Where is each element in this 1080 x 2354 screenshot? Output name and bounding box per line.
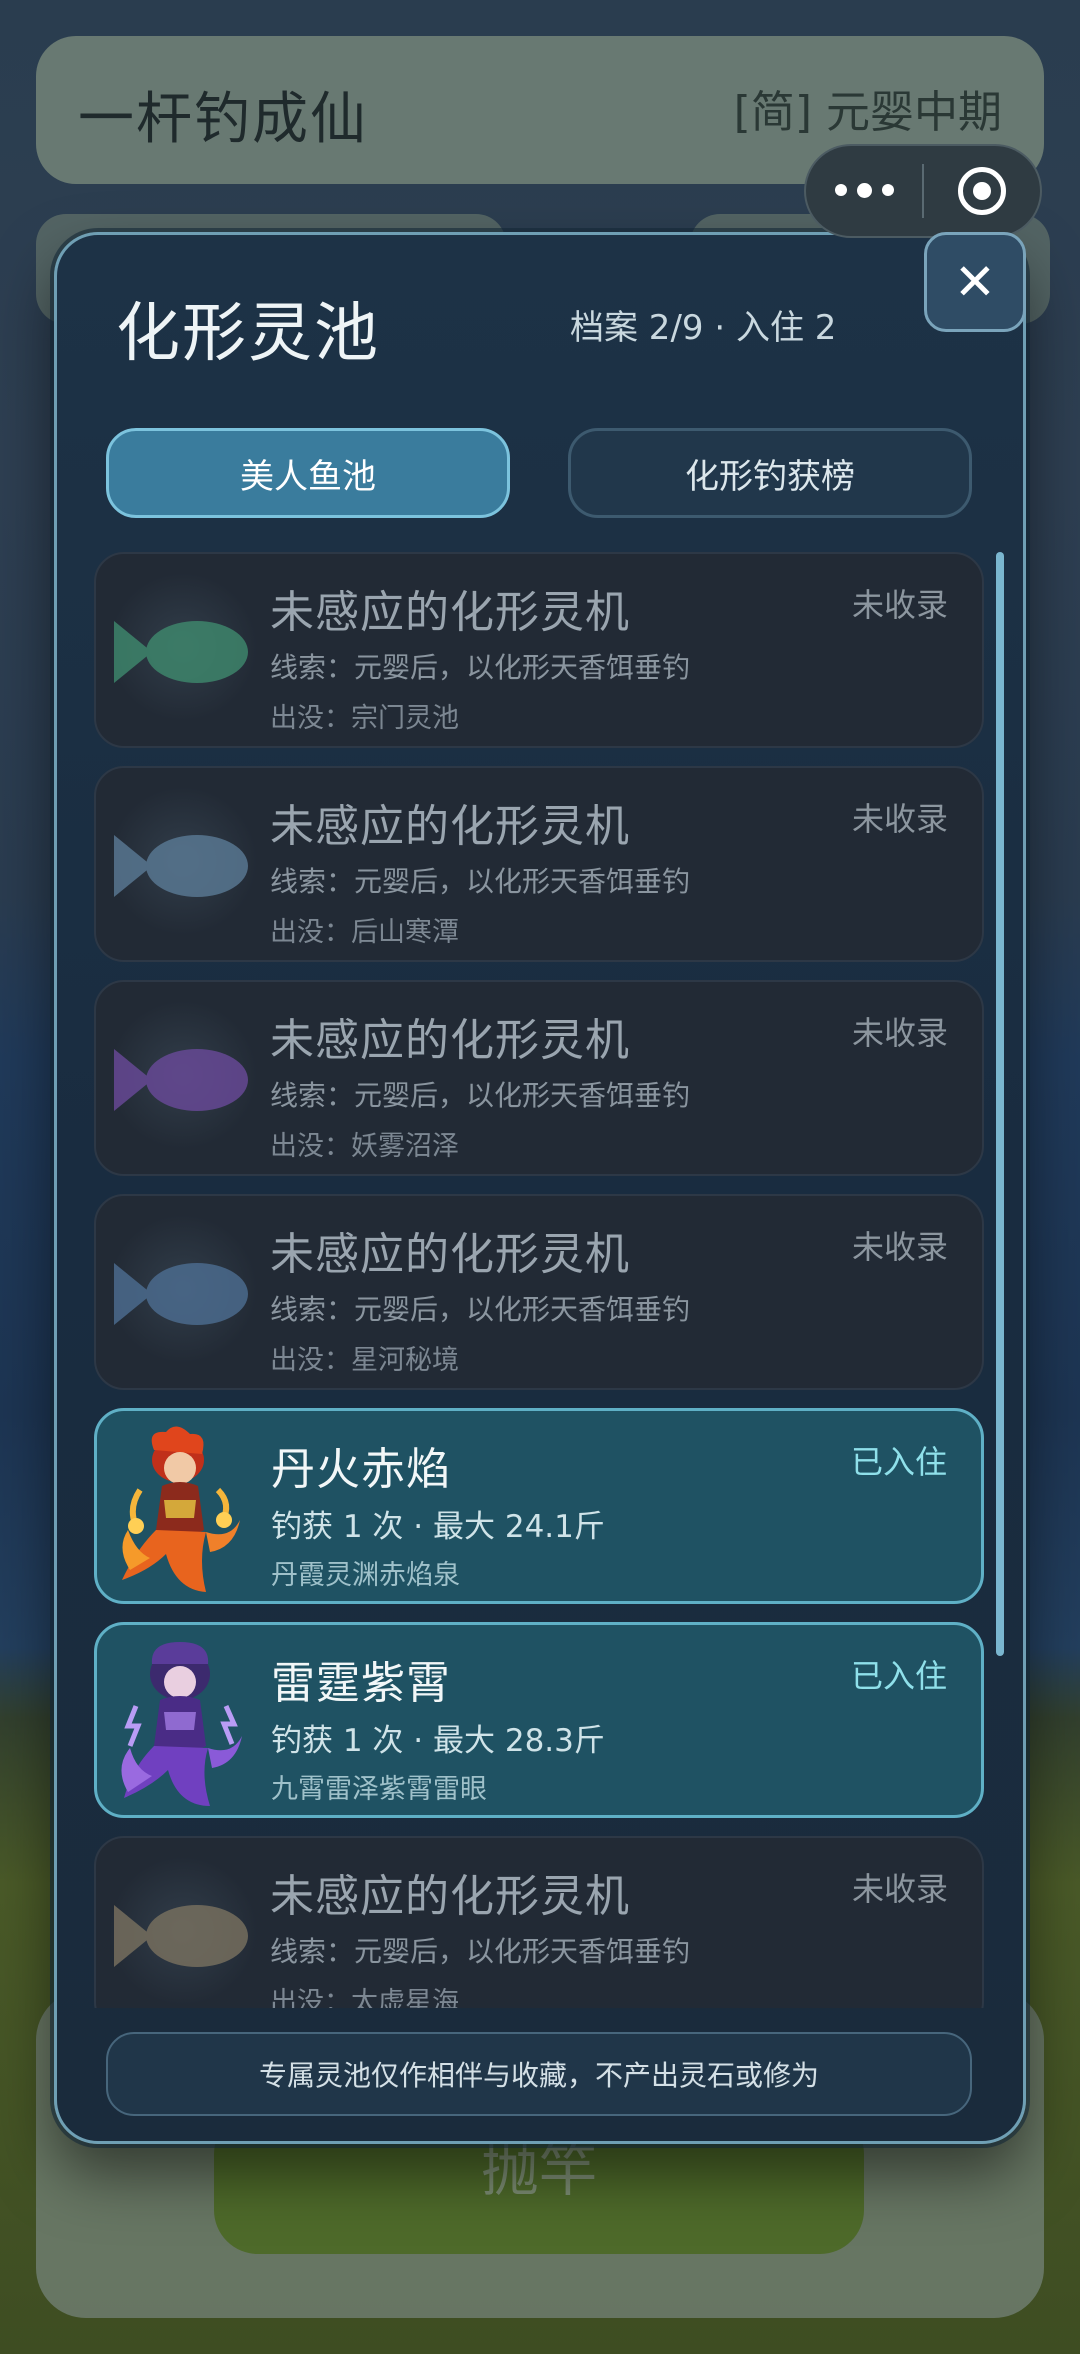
miniprogram-capsule bbox=[804, 144, 1042, 238]
tab-mermaid-pool[interactable]: 美人鱼池 bbox=[106, 428, 510, 518]
fish-silhouette-icon bbox=[100, 1842, 260, 2008]
status-badge: 未收录 bbox=[851, 1870, 948, 1908]
entry-clue: 线索：元婴后，以化形天香饵垂钓 bbox=[270, 865, 691, 898]
fish-silhouette-icon bbox=[100, 986, 260, 1172]
fish-silhouette-icon bbox=[100, 772, 260, 958]
entry-location: 丹霞灵渊赤焰泉 bbox=[271, 1560, 460, 1591]
entry-location: 九霄雷泽紫霄雷眼 bbox=[271, 1774, 487, 1805]
fish-silhouette-icon bbox=[100, 558, 260, 744]
entry-name: 未感应的化形灵机 bbox=[270, 1015, 630, 1066]
list-item[interactable]: 未感应的化形灵机 未收录 线索：元婴后，以化形天香饵垂钓 出没：妖雾沼泽 bbox=[94, 980, 984, 1176]
close-miniprogram-icon[interactable] bbox=[924, 167, 1040, 215]
list-item[interactable]: 丹火赤焰 已入住 钓获 1 次 · 最大 24.1斤 丹霞灵渊赤焰泉 bbox=[94, 1408, 984, 1604]
entry-list[interactable]: 未感应的化形灵机 未收录 线索：元婴后，以化形天香饵垂钓 出没：宗门灵池 未感应… bbox=[94, 552, 986, 2008]
fire-mermaid-portrait bbox=[101, 1415, 261, 1601]
status-badge: 已入住 bbox=[850, 1443, 947, 1481]
entry-clue: 线索：元婴后，以化形天香饵垂钓 bbox=[270, 1293, 691, 1326]
entry-name: 丹火赤焰 bbox=[271, 1444, 451, 1495]
status-badge: 未收录 bbox=[851, 1014, 948, 1052]
entry-location: 出没：星河秘境 bbox=[270, 1345, 459, 1376]
close-icon: ✕ bbox=[954, 253, 996, 311]
more-icon[interactable] bbox=[806, 183, 922, 198]
tab-catch-ranking[interactable]: 化形钓获榜 bbox=[568, 428, 972, 518]
entry-location: 出没：后山寒潭 bbox=[270, 917, 459, 948]
status-badge: 已入住 bbox=[850, 1657, 947, 1695]
entry-name: 未感应的化形灵机 bbox=[270, 1229, 630, 1280]
entry-name: 未感应的化形灵机 bbox=[270, 587, 630, 638]
game-title: 一杆钓成仙 bbox=[78, 87, 368, 152]
catch-stats: 钓获 1 次 · 最大 24.1斤 bbox=[271, 1509, 605, 1545]
entry-location: 出没：宗门灵池 bbox=[270, 703, 459, 734]
list-item[interactable]: 未感应的化形灵机 未收录 线索：元婴后，以化形天香饵垂钓 出没：后山寒潭 bbox=[94, 766, 984, 962]
entry-name: 未感应的化形灵机 bbox=[270, 1871, 630, 1922]
footer-note: 专属灵池仅作相伴与收藏，不产出灵石或修为 bbox=[106, 2032, 972, 2116]
list-scrollbar[interactable] bbox=[996, 552, 1004, 1656]
status-badge: 未收录 bbox=[851, 1228, 948, 1266]
collection-stats: 档案 2/9 · 入住 2 bbox=[570, 308, 837, 348]
entry-clue: 线索：元婴后，以化形天香饵垂钓 bbox=[270, 1935, 691, 1968]
entry-location: 出没：太虚星海 bbox=[270, 1987, 459, 2008]
list-item[interactable]: 未感应的化形灵机 未收录 线索：元婴后，以化形天香饵垂钓 出没：星河秘境 bbox=[94, 1194, 984, 1390]
entry-clue: 线索：元婴后，以化形天香饵垂钓 bbox=[270, 1079, 691, 1112]
realm-label: [简] 元婴中期 bbox=[733, 87, 1002, 138]
fish-silhouette-icon bbox=[100, 1200, 260, 1386]
modal-title: 化形灵池 bbox=[116, 297, 380, 371]
entry-name: 雷霆紫霄 bbox=[271, 1658, 451, 1709]
list-item[interactable]: 未感应的化形灵机 未收录 线索：元婴后，以化形天香饵垂钓 出没：宗门灵池 bbox=[94, 552, 984, 748]
entry-clue: 线索：元婴后，以化形天香饵垂钓 bbox=[270, 651, 691, 684]
list-item[interactable]: 未感应的化形灵机 未收录 线索：元婴后，以化形天香饵垂钓 出没：太虚星海 bbox=[94, 1836, 984, 2008]
entry-name: 未感应的化形灵机 bbox=[270, 801, 630, 852]
entry-location: 出没：妖雾沼泽 bbox=[270, 1131, 459, 1162]
thunder-mermaid-portrait bbox=[101, 1629, 261, 1815]
catch-stats: 钓获 1 次 · 最大 28.3斤 bbox=[271, 1723, 605, 1759]
close-button[interactable]: ✕ bbox=[924, 232, 1026, 332]
status-badge: 未收录 bbox=[851, 800, 948, 838]
list-item[interactable]: 雷霆紫霄 已入住 钓获 1 次 · 最大 28.3斤 九霄雷泽紫霄雷眼 bbox=[94, 1622, 984, 1818]
status-badge: 未收录 bbox=[851, 586, 948, 624]
